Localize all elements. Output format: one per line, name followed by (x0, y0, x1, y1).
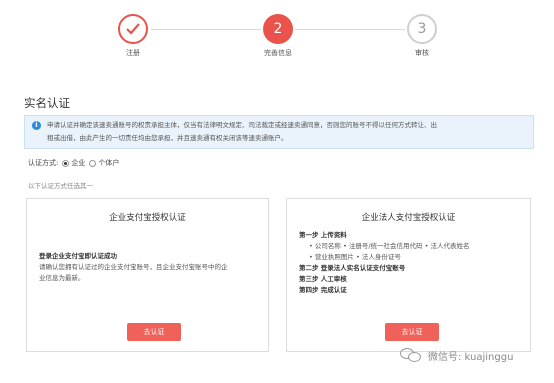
radio-individual-label[interactable]: 个体户 (98, 158, 119, 168)
step-3-label: 审核 (415, 49, 429, 57)
verify-button-legal-person[interactable]: 去认证 (385, 323, 439, 341)
step-1-label: 注册 (126, 49, 140, 57)
notice-line-1: 申请认证并确定该速卖通账号的权责承担主体，仅当有法律明文规定、司法裁定或经速卖通… (47, 121, 437, 129)
radio-enterprise[interactable]: 企业 (62, 158, 85, 168)
card-title: 企业支付宝授权认证 (109, 213, 186, 223)
verify-button-enterprise[interactable]: 去认证 (127, 323, 181, 341)
section-title: 实名认证 (24, 96, 70, 110)
alipay-legal-person-card: 企业法人支付宝授权认证 第一步 上传资料 • 公司名称 • 注册号/统一社会信用… (286, 198, 531, 352)
info-icon: i (32, 121, 41, 130)
step-2-circle: 2 (263, 14, 293, 44)
progress-steps: 注册 2 完善信息 3 审核 (0, 0, 554, 62)
radio-enterprise-label[interactable]: 企业 (71, 158, 85, 168)
card-desc-line: 请确认您拥有认证过的企业支付宝账号，且企业支付宝账号中的企 (39, 263, 228, 271)
card-desc-line: 业信息为最新。 (39, 274, 85, 282)
radio-individual[interactable]: 个体户 (89, 158, 119, 168)
radio-checked-icon[interactable] (62, 159, 70, 167)
watermark-text: 微信号: kuajinggu (428, 351, 514, 363)
step-2-label: 完善信息 (264, 49, 292, 57)
card-title: 企业法人支付宝授权认证 (361, 213, 456, 223)
choose-one-hint: 以下认证方式任选其一 (28, 182, 93, 190)
step-text: 第一步 上传资料 (299, 231, 347, 239)
step-1-check-icon (118, 14, 148, 44)
radio-unchecked-icon[interactable] (89, 159, 97, 167)
step-text: 第四步 完成认证 (299, 286, 347, 294)
step-text: 第三步 人工审核 (299, 275, 347, 283)
step-connector (151, 29, 261, 30)
notice-line-2: 租或出借，由此产生的一切责任均由您承担，并且速卖通有权关闭该等速卖通账户。 (47, 134, 288, 142)
step-connector (295, 29, 405, 30)
bullet-text: • 公司名称 • 注册号/统一社会信用代码 • 法人代表姓名 (309, 242, 470, 250)
wechat-watermark: 微信号: kuajinggu (400, 346, 513, 364)
card-body: 登录企业支付宝即认证成功 请确认您拥有认证过的企业支付宝账号，且企业支付宝账号中… (39, 251, 258, 284)
auth-method-label: 认证方式: (28, 159, 59, 167)
step-text: 第二步 登录法人实名认证支付宝账号 (299, 264, 406, 272)
notice-banner: i 申请认证并确定该速卖通账号的权责承担主体，仅当有法律明文规定、司法裁定或经速… (24, 115, 534, 149)
auth-method-row: 认证方式: 企业 个体户 (28, 158, 119, 168)
wechat-logo-icon (400, 346, 422, 364)
card-body: 第一步 上传资料 • 公司名称 • 注册号/统一社会信用代码 • 法人代表姓名 … (299, 230, 520, 296)
step-3-circle: 3 (407, 14, 437, 44)
bullet-text: • 营业执照图片 • 法人身份证号 (309, 253, 401, 261)
alipay-enterprise-card: 企业支付宝授权认证 登录企业支付宝即认证成功 请确认您拥有认证过的企业支付宝账号… (26, 198, 269, 352)
card-subtitle: 登录企业支付宝即认证成功 (39, 252, 117, 260)
